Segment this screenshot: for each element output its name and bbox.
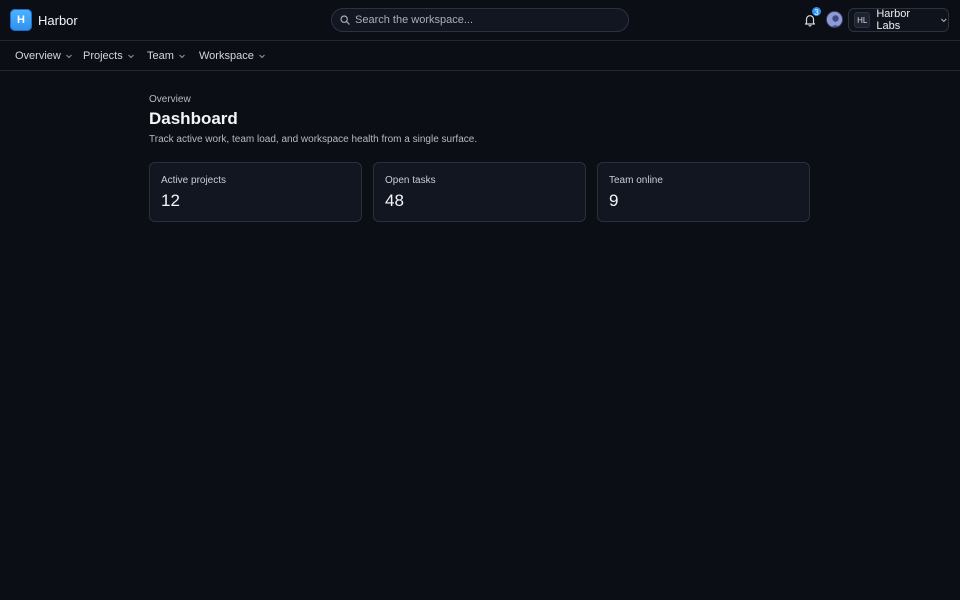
page-subtitle: Track active work, team load, and worksp… <box>149 134 478 145</box>
brand[interactable]: H Harbor <box>10 9 78 31</box>
breadcrumb: Overview <box>149 94 191 105</box>
stat-label: Team online <box>609 175 663 186</box>
stat-card-active-projects: Active projects 12 <box>149 162 362 222</box>
user-avatar-icon <box>827 12 842 27</box>
search-input[interactable] <box>355 14 615 26</box>
search-bar[interactable] <box>331 8 629 32</box>
nav-item-label: Team <box>147 50 174 62</box>
search-icon <box>340 15 350 25</box>
stat-card-open-tasks: Open tasks 48 <box>373 162 586 222</box>
main-nav: Overview Projects Team Workspace <box>0 41 960 71</box>
nav-item-workspace[interactable]: Workspace <box>199 50 266 62</box>
chevron-down-icon <box>127 54 134 59</box>
nav-item-label: Projects <box>83 50 123 62</box>
stat-value: 12 <box>161 191 180 210</box>
nav-item-label: Workspace <box>199 50 254 62</box>
nav-item-team[interactable]: Team <box>147 50 186 62</box>
chevron-down-icon <box>258 54 265 59</box>
stat-card-team-online: Team online 9 <box>597 162 810 222</box>
notification-badge: 3 <box>811 6 822 17</box>
app-logo: H <box>10 9 32 31</box>
stat-value: 48 <box>385 191 404 210</box>
top-bar: H Harbor 3 HL Harbor Labs <box>0 0 960 41</box>
stat-label: Open tasks <box>385 175 436 186</box>
chevron-down-icon <box>941 18 947 23</box>
stat-label: Active projects <box>161 175 227 186</box>
stat-value: 9 <box>609 191 619 210</box>
workspace-switcher[interactable]: HL Harbor Labs <box>848 8 949 32</box>
workspace-initials: HL <box>854 12 871 28</box>
workspace-name: Harbor Labs <box>876 8 910 32</box>
app-name: Harbor <box>38 12 78 28</box>
chevron-down-icon <box>179 54 185 59</box>
chevron-down-icon <box>65 54 72 59</box>
avatar[interactable] <box>826 11 843 28</box>
page-title: Dashboard <box>149 109 238 128</box>
nav-item-label: Overview <box>15 50 61 62</box>
nav-item-overview[interactable]: Overview <box>15 50 73 62</box>
nav-item-projects[interactable]: Projects <box>83 50 135 62</box>
